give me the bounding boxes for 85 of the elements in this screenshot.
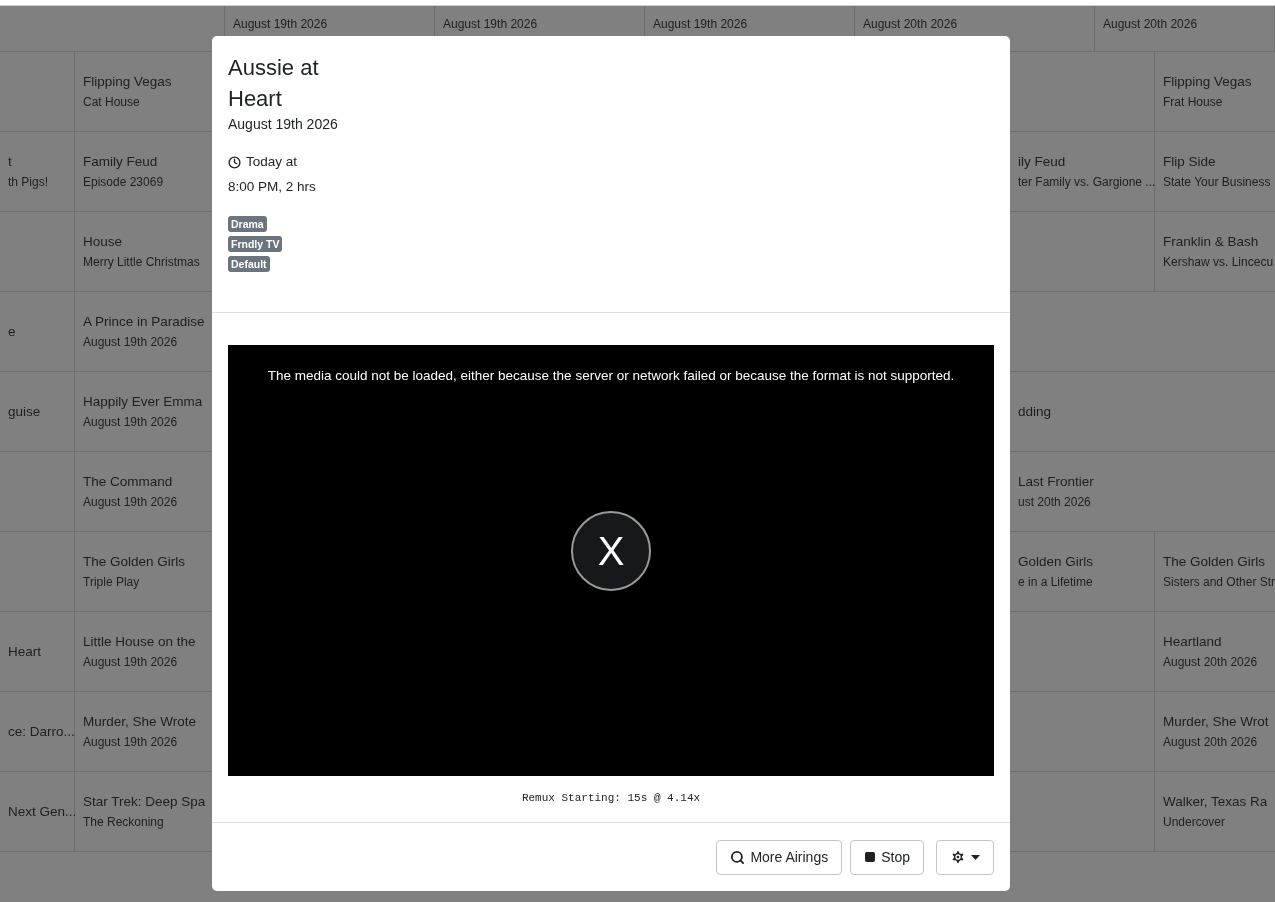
airing-date: August 19th 2026 — [443, 16, 538, 33]
episode-subtitle: August 19th 2026 — [83, 493, 179, 511]
airing-time: 8:00 PM, 2 hrs — [228, 178, 317, 197]
episode-subtitle: August 19th 2026 — [83, 413, 179, 431]
settings-dropdown-button[interactable] — [936, 839, 994, 875]
show-title: Next Gen... — [8, 802, 74, 821]
show-title: Murder, She Wrote — [83, 712, 198, 731]
episode-subtitle: Cat House — [83, 93, 141, 111]
show-title: ily Feud — [1018, 152, 1067, 171]
tag-badge: Default — [228, 255, 270, 272]
airing-date: August 19th 2026 — [228, 115, 338, 134]
episode-subtitle: Frat House — [1163, 93, 1224, 111]
show-title: Little House on the — [83, 632, 197, 651]
settings-icon — [950, 849, 966, 865]
show-title: guise — [8, 402, 42, 421]
guide-cell[interactable]: The Golden Girls Sisters and Other Str — [1155, 532, 1275, 612]
show-title: A Prince in Paradise — [83, 312, 206, 331]
show-title: The Golden Girls — [1163, 552, 1267, 571]
episode-subtitle: Sisters and Other Str — [1163, 573, 1275, 591]
episode-subtitle: Triple Play — [83, 573, 141, 591]
episode-subtitle: August 20th 2026 — [1163, 733, 1259, 751]
show-title: Flipping Vegas — [1163, 72, 1253, 91]
guide-cell[interactable]: Walker, Texas Ra Undercover — [1155, 772, 1275, 852]
guide-cell[interactable]: Flip Side State Your Business — [1155, 132, 1275, 212]
show-title: t — [8, 152, 13, 171]
episode-subtitle: Undercover — [1163, 813, 1227, 831]
show-title: Last Frontier — [1018, 472, 1095, 491]
error-message: The media could not be loaded, either because the server or network failed or because the format is not supported. — [267, 367, 955, 385]
guide-cell[interactable]: guise — [0, 372, 75, 452]
remux-status: Remux Starting: 15s @ 4.14x — [521, 791, 701, 806]
episode-subtitle: August 19th 2026 — [83, 653, 179, 671]
episode-subtitle: The Reckoning — [83, 813, 165, 831]
episode-subtitle: Kershaw vs. Lincecu — [1163, 253, 1275, 271]
stop-icon — [864, 851, 877, 863]
show-title: Heart — [8, 642, 42, 661]
show-title: Golden Girls — [1018, 552, 1095, 571]
show-title: Franklin & Bash — [1163, 232, 1260, 251]
airing-date: August 19th 2026 — [653, 16, 748, 33]
guide-cell[interactable]: Flipping Vegas Frat House — [1155, 52, 1275, 132]
show-title: The Command — [83, 472, 174, 491]
more-airings-button[interactable]: More Airings — [716, 839, 843, 875]
episode-subtitle: Episode 23069 — [83, 173, 165, 191]
show-title: Star Trek: Deep Spa — [83, 792, 207, 811]
guide-cell[interactable]: e — [0, 292, 75, 372]
clock-icon — [228, 155, 241, 169]
episode-subtitle: August 19th 2026 — [83, 333, 179, 351]
show-title: House — [83, 232, 124, 251]
guide-cell[interactable]: Heart — [0, 612, 75, 692]
search-icon — [730, 849, 746, 865]
show-title: The Golden Girls — [83, 552, 187, 571]
airing-date: August 20th 2026 — [1103, 16, 1198, 33]
guide-cell[interactable]: Heartland August 20th 2026 — [1155, 612, 1275, 692]
show-title: Family Feud — [83, 152, 159, 171]
show-title: Happily Ever Emma — [83, 392, 204, 411]
show-title: Flipping Vegas — [83, 72, 173, 91]
caret-icon — [971, 854, 980, 860]
show-title: dding — [1018, 402, 1053, 421]
episode-subtitle: ter Family vs. Gargione ... — [1018, 173, 1154, 191]
guide-cell[interactable]: Franklin & Bash Kershaw vs. Lincecu — [1155, 212, 1275, 292]
airing-time: Today at — [246, 153, 298, 171]
show-title: Walker, Texas Ra — [1163, 792, 1269, 811]
show-title: ce: Darro... — [8, 722, 74, 741]
tag-badge: Drama — [228, 215, 267, 232]
airing-date: August 20th 2026 — [863, 16, 958, 33]
dialog-title: Aussie at Heart — [228, 54, 320, 113]
guide-cell[interactable]: t th Pigs! — [0, 132, 75, 212]
tag-badge: Frndly TV — [228, 235, 283, 252]
airing-date: August 19th 2026 — [233, 16, 328, 33]
stop-button[interactable]: Stop — [850, 839, 924, 875]
guide-cell[interactable]: Murder, She Wrot August 20th 2026 — [1155, 692, 1275, 772]
show-title: Flip Side — [1163, 152, 1217, 171]
episode-subtitle: August 19th 2026 — [83, 733, 179, 751]
play-button[interactable]: X — [571, 511, 651, 592]
guide-cell[interactable]: August 20th 2026 — [1095, 6, 1275, 51]
show-title: e — [8, 322, 17, 341]
guide-cell[interactable]: Next Gen... — [0, 772, 75, 852]
episode-subtitle: ust 20th 2026 — [1018, 493, 1092, 511]
episode-subtitle: Merry Little Christmas — [83, 253, 201, 271]
episode-subtitle: State Your Business — [1163, 173, 1272, 191]
episode-subtitle: e in a Lifetime — [1018, 573, 1094, 591]
episode-subtitle: August 20th 2026 — [1163, 653, 1259, 671]
episode-subtitle: th Pigs! — [8, 173, 50, 191]
show-title: Murder, She Wrot — [1163, 712, 1270, 731]
guide-cell[interactable]: ce: Darro... — [0, 692, 75, 772]
show-title: Heartland — [1163, 632, 1223, 651]
